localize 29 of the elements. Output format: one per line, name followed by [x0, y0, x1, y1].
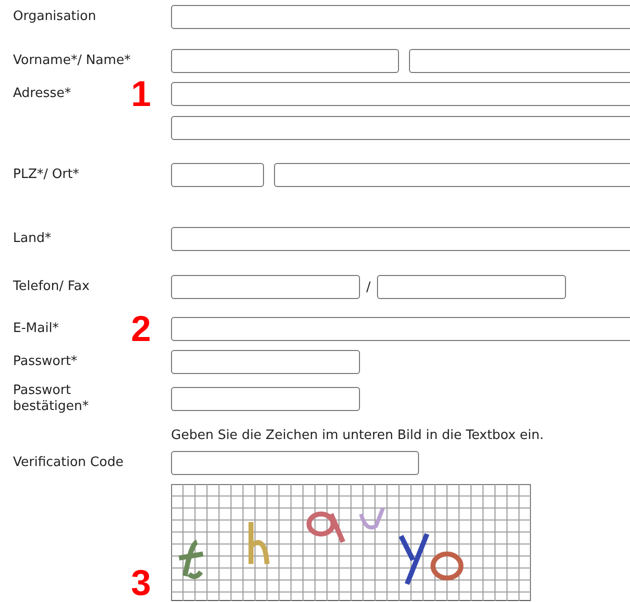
annotation-number: 1: [130, 82, 151, 106]
input-field[interactable]: [274, 163, 630, 187]
input-field[interactable]: [171, 451, 419, 475]
input-field[interactable]: [171, 227, 630, 251]
input-field[interactable]: [171, 82, 630, 106]
field-label: PLZ*/ Ort*: [13, 167, 80, 183]
hint-text: Geben Sie die Zeichen im unteren Bild in die Textbox ein.: [171, 428, 544, 443]
input-field[interactable]: [171, 5, 630, 29]
field-label: Telefon/ Fax: [13, 279, 90, 295]
annotation-number: 2: [130, 317, 151, 341]
annotation-number: 3: [130, 571, 151, 595]
field-label: Passwort bestätigen*: [13, 383, 90, 415]
input-field[interactable]: [171, 350, 360, 374]
input-field[interactable]: [171, 116, 630, 140]
field-label: E-Mail*: [13, 321, 59, 337]
field-label: Verification Code: [13, 455, 124, 471]
input-field[interactable]: [171, 387, 360, 411]
field-label: Adresse*: [13, 86, 72, 102]
input-field[interactable]: [171, 275, 360, 299]
input-field[interactable]: [171, 317, 630, 341]
field-label: Vorname*/ Name*: [13, 53, 131, 69]
input-field[interactable]: [409, 49, 630, 73]
field-label: Passwort*: [13, 354, 78, 370]
separator-text: /: [365, 280, 372, 294]
field-label: Land*: [13, 231, 52, 247]
input-field[interactable]: [377, 275, 566, 299]
input-field[interactable]: [171, 49, 399, 73]
input-field[interactable]: [171, 163, 264, 187]
field-label: Organisation: [13, 9, 96, 25]
